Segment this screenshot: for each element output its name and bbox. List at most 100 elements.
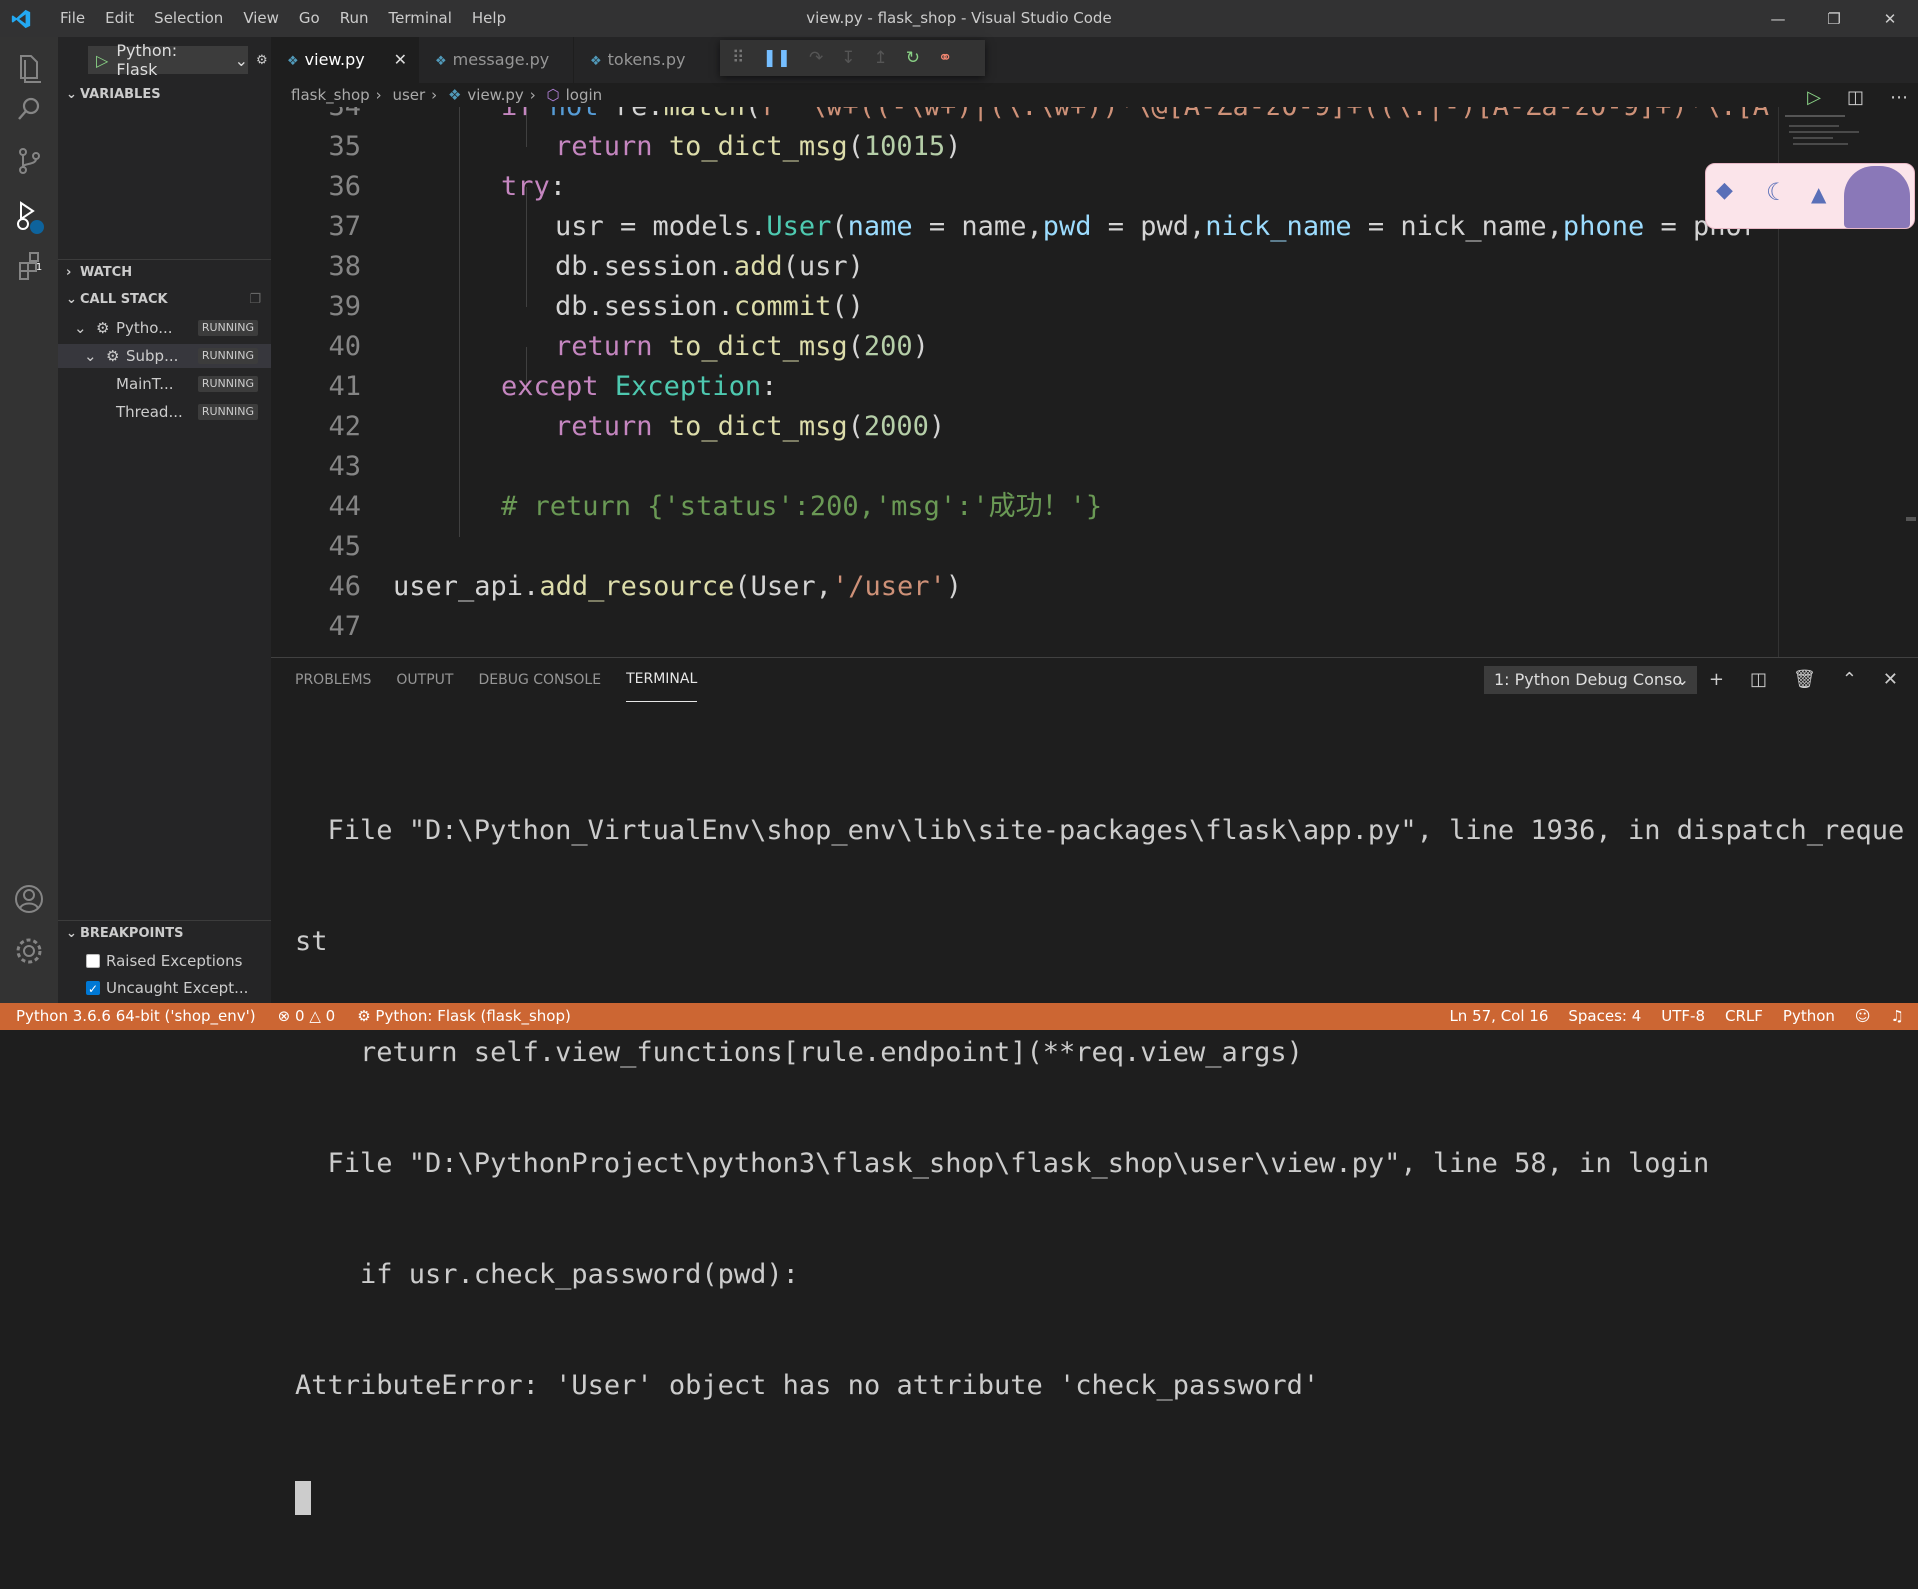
close-window-icon[interactable]: ✕ — [1862, 0, 1918, 37]
python-file-icon: ❖ — [447, 86, 462, 104]
debug-settings-gear-icon[interactable]: ⚙ — [256, 53, 268, 68]
checkbox[interactable] — [86, 954, 100, 968]
watch-section-header[interactable]: › WATCH — [58, 261, 271, 285]
tab-view-py[interactable]: ❖ view.py ✕ — [271, 37, 419, 83]
breakpoint-item[interactable]: Raised Exceptions — [86, 949, 242, 973]
step-over-icon[interactable]: ↷ — [809, 48, 823, 68]
new-terminal-icon[interactable]: + — [1709, 666, 1724, 694]
tab-tokens-py[interactable]: ❖ tokens.py — [574, 37, 714, 83]
bottom-panel: PROBLEMS OUTPUT DEBUG CONSOLE TERMINAL 1… — [271, 657, 1918, 1515]
more-actions-icon[interactable]: ⋯ — [1890, 87, 1908, 108]
breakpoint-item[interactable]: Uncaught Except... — [86, 976, 248, 1001]
debug-icon: ⚙ — [357, 1007, 371, 1025]
menu-view[interactable]: View — [233, 0, 289, 37]
terminal-output[interactable]: File "D:\Python_VirtualEnv\shop_env\lib\… — [295, 738, 1905, 1589]
callstack-row[interactable]: ⌄ ⚙ Pytho... RUNNING — [58, 316, 271, 340]
chevron-down-icon: ⌄ — [66, 292, 77, 307]
debug-session-indicator[interactable]: ⚙ Python: Flask (flask_shop) — [357, 1003, 571, 1030]
vscode-logo-icon — [11, 9, 31, 29]
pause-icon[interactable]: ❚❚ — [762, 48, 791, 68]
maximize-panel-icon[interactable]: ⌃ — [1842, 666, 1857, 694]
code-line: 40 return to_dict_msg(200) — [328, 331, 929, 362]
run-debug-icon[interactable] — [9, 197, 49, 237]
step-out-icon[interactable]: ↥ — [873, 48, 887, 68]
tab-message-py[interactable]: ❖ message.py — [419, 37, 574, 83]
menu-edit[interactable]: Edit — [95, 0, 144, 37]
language-mode[interactable]: Python — [1783, 1003, 1835, 1030]
checkbox[interactable] — [86, 977, 100, 1001]
encoding[interactable]: UTF-8 — [1661, 1003, 1705, 1030]
terminal-select[interactable]: 1: Python Debug Conso ⌄ — [1484, 666, 1697, 694]
indentation[interactable]: Spaces: 4 — [1568, 1003, 1641, 1030]
callstack-label: MainT... — [116, 375, 174, 393]
callstack-row[interactable]: Thread... RUNNING — [58, 400, 271, 424]
feedback-icon[interactable]: ☺ — [1855, 1003, 1871, 1030]
callstack-row[interactable]: MainT... RUNNING — [58, 372, 271, 396]
problems-indicator[interactable]: ⊗ 0 △ 0 — [278, 1003, 336, 1030]
section-divider — [58, 259, 271, 260]
callstack-section-header[interactable]: ⌄ CALL STACK ❐ — [58, 288, 271, 312]
restore-icon[interactable]: ❐ — [1806, 0, 1862, 37]
callstack-label: Pytho... — [116, 319, 173, 337]
menu-run[interactable]: Run — [330, 0, 379, 37]
terminal-line: File "D:\Python_VirtualEnv\shop_env\lib\… — [295, 815, 1905, 846]
callstack-label: CALL STACK — [80, 292, 168, 307]
breadcrumb-item[interactable]: user — [392, 86, 425, 104]
tab-label: view.py — [304, 50, 365, 69]
code-editor[interactable]: 34if not re.match(r'^\w+((-\w+)|(\.\w+))… — [271, 107, 1918, 657]
menu-bar: File Edit Selection View Go Run Terminal… — [50, 0, 516, 37]
collapse-all-icon[interactable]: ❐ — [249, 288, 261, 312]
account-icon[interactable] — [9, 879, 49, 919]
callstack-label: Thread... — [116, 403, 183, 421]
source-control-icon[interactable] — [9, 141, 49, 181]
chevron-down-icon: ⌄ — [66, 87, 77, 102]
ime-toolbar-widget[interactable]: ◆ ☾ ▲ — [1705, 163, 1915, 229]
tab-output[interactable]: OUTPUT — [396, 658, 453, 702]
drag-handle-icon[interactable]: ⠿ — [732, 48, 744, 68]
close-tab-icon[interactable]: ✕ — [394, 37, 407, 83]
settings-gear-icon[interactable] — [9, 931, 49, 971]
menu-help[interactable]: Help — [462, 0, 516, 37]
terminal-line: st — [295, 926, 328, 957]
debug-config-label: Python: Flask — [116, 41, 178, 79]
end-of-line[interactable]: CRLF — [1725, 1003, 1763, 1030]
menu-selection[interactable]: Selection — [144, 0, 233, 37]
code-line: 36 try: — [328, 171, 567, 202]
shirt-icon[interactable]: ▲ — [1811, 182, 1826, 206]
cursor-position[interactable]: Ln 57, Col 16 — [1449, 1003, 1548, 1030]
breakpoints-section-header[interactable]: ⌄ BREAKPOINTS — [58, 922, 271, 946]
moon-icon[interactable]: ☾ — [1766, 178, 1788, 206]
search-icon[interactable] — [9, 89, 49, 129]
explorer-icon[interactable] — [9, 47, 49, 87]
tab-problems[interactable]: PROBLEMS — [295, 658, 371, 702]
ime-mode-icon[interactable]: ◆ — [1716, 178, 1733, 203]
python-file-icon: ❖ — [590, 54, 602, 69]
menu-terminal[interactable]: Terminal — [379, 0, 462, 37]
kill-terminal-icon[interactable]: 🗑 — [1793, 666, 1816, 694]
code-line: 46 user_api.add_resource(User,'/user') — [328, 571, 962, 602]
breadcrumb-item[interactable]: view.py — [467, 86, 523, 104]
callstack-row[interactable]: ⌄ ⚙ Subp... RUNNING — [58, 344, 271, 368]
breadcrumb-item[interactable]: login — [566, 86, 603, 104]
breadcrumb-item[interactable]: flask_shop — [291, 86, 370, 104]
extensions-icon[interactable] — [9, 245, 49, 285]
split-terminal-icon[interactable]: ◫ — [1750, 666, 1767, 694]
menu-file[interactable]: File — [50, 0, 95, 37]
bug-icon: ⚙ — [106, 347, 120, 365]
chevron-right-icon: › — [375, 86, 382, 104]
variables-section-header[interactable]: ⌄ VARIABLES — [58, 83, 271, 107]
close-panel-icon[interactable]: ✕ — [1883, 666, 1898, 694]
disconnect-icon[interactable]: ⚭ — [938, 48, 952, 68]
menu-go[interactable]: Go — [289, 0, 330, 37]
notifications-bell-icon[interactable]: ♫ — [1891, 1003, 1904, 1030]
restart-icon[interactable]: ↻ — [906, 48, 920, 68]
step-into-icon[interactable]: ↧ — [841, 48, 855, 68]
code-line: 35 return to_dict_msg(10015) — [328, 131, 962, 162]
start-debug-icon[interactable]: ▷ — [96, 51, 108, 70]
python-interpreter[interactable]: Python 3.6.6 64-bit ('shop_env') — [16, 1003, 256, 1030]
chevron-down-icon: ⌄ — [84, 347, 97, 365]
tab-debug-console[interactable]: DEBUG CONSOLE — [478, 658, 601, 702]
debug-config-select[interactable]: ▷ Python: Flask ⌄ — [88, 41, 248, 79]
minimize-icon[interactable]: — — [1750, 0, 1806, 37]
tab-terminal[interactable]: TERMINAL — [626, 658, 698, 702]
